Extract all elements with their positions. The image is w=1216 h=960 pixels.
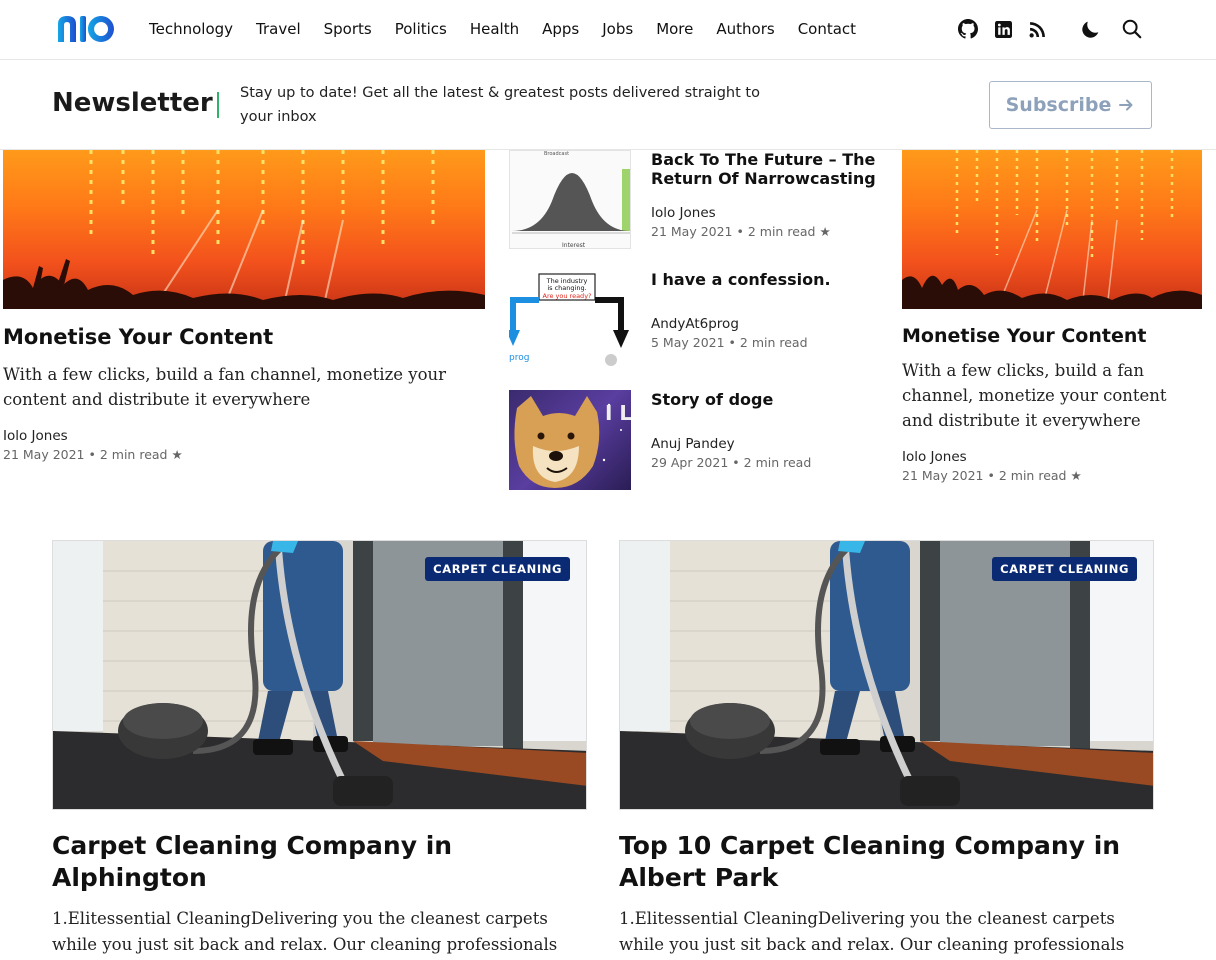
- github-icon[interactable]: [956, 17, 980, 41]
- bottom-card-1-title[interactable]: Carpet Cleaning Company in Alphington: [52, 830, 572, 894]
- bottom-card-2-title[interactable]: Top 10 Carpet Cleaning Company in Albert…: [619, 830, 1139, 894]
- read-time: 2 min read: [739, 335, 808, 350]
- mid-item-1-thumb[interactable]: Broadcast Interest: [509, 150, 631, 249]
- subscribe-label: Subscribe: [1005, 94, 1112, 116]
- search-icon[interactable]: [1120, 17, 1144, 41]
- nav-authors[interactable]: Authors: [716, 20, 774, 38]
- moon-icon[interactable]: [1079, 17, 1103, 41]
- thumb-label-broadcast: Broadcast: [544, 151, 569, 157]
- bottom-card-1-excerpt: 1.Elitessential CleaningDelivering you t…: [52, 909, 558, 954]
- nav-technology[interactable]: Technology: [149, 20, 233, 38]
- mid-item-1-meta: 21 May 2021 • 2 min read ★: [651, 224, 831, 239]
- read-time: 2 min read: [743, 455, 812, 470]
- thumb-text-2: is changing.: [547, 284, 586, 292]
- site-logo[interactable]: [56, 14, 116, 44]
- read-time: 2 min read: [747, 224, 816, 239]
- featured-right-title[interactable]: Monetise Your Content: [902, 325, 1146, 347]
- mid-item-3-author[interactable]: Anuj Pandey: [651, 436, 735, 452]
- nav-politics[interactable]: Politics: [395, 20, 447, 38]
- nav-sports[interactable]: Sports: [324, 20, 372, 38]
- featured-right-image[interactable]: [902, 150, 1202, 309]
- featured-right-excerpt: With a few clicks, build a fan channel, …: [902, 361, 1167, 430]
- bottom-card-1-badge[interactable]: CARPET CLEANING: [425, 557, 570, 581]
- mid-item-1-author[interactable]: Iolo Jones: [651, 205, 716, 221]
- bottom-card-2-badge[interactable]: CARPET CLEANING: [992, 557, 1137, 581]
- featured-right-meta: 21 May 2021 • 2 min read ★: [902, 468, 1082, 483]
- meta-separator: •: [88, 447, 96, 462]
- subscribe-button[interactable]: Subscribe: [989, 81, 1152, 129]
- nav-travel[interactable]: Travel: [256, 20, 301, 38]
- arrow-right-icon: [1119, 99, 1133, 111]
- mid-item-3-meta: 29 Apr 2021 • 2 min read: [651, 455, 811, 470]
- meta-separator: •: [728, 335, 736, 350]
- linkedin-icon[interactable]: [991, 17, 1015, 41]
- featured-right-author[interactable]: Iolo Jones: [902, 449, 967, 465]
- rss-icon[interactable]: [1025, 17, 1049, 41]
- main-nav: Technology Travel Sports Politics Health…: [149, 0, 879, 58]
- thumb-text-3: Are you ready?: [543, 292, 592, 300]
- post-date: 29 Apr 2021: [651, 455, 729, 470]
- newsletter-text: Stay up to date! Get all the latest & gr…: [240, 85, 760, 125]
- nav-apps[interactable]: Apps: [542, 20, 579, 38]
- meta-separator: •: [987, 468, 995, 483]
- bottom-card-2-image[interactable]: CARPET CLEANING: [619, 540, 1154, 810]
- mid-item-2-author[interactable]: AndyAt6prog: [651, 316, 739, 332]
- thumb-label-interest: Interest: [562, 242, 586, 249]
- featured-left-meta: 21 May 2021 • 2 min read ★: [3, 447, 183, 462]
- bottom-card-2-excerpt: 1.Elitessential CleaningDelivering you t…: [619, 909, 1125, 954]
- newsletter-bar: Newsletter Stay up to date! Get all the …: [0, 61, 1216, 150]
- nav-health[interactable]: Health: [470, 20, 519, 38]
- post-date: 21 May 2021: [3, 447, 85, 462]
- bottom-card-1-image[interactable]: CARPET CLEANING: [52, 540, 587, 810]
- post-date: 5 May 2021: [651, 335, 725, 350]
- post-date: 21 May 2021: [902, 468, 984, 483]
- newsletter-title: Newsletter: [52, 88, 213, 118]
- read-time: 2 min read: [998, 468, 1067, 483]
- featured-left-author[interactable]: Iolo Jones: [3, 428, 68, 444]
- site-header: Technology Travel Sports Politics Health…: [0, 0, 1216, 60]
- post-date: 21 May 2021: [651, 224, 733, 239]
- thumb-doge-text: I LIK IT: [605, 401, 631, 425]
- mid-item-3-thumb[interactable]: I LIK IT: [509, 390, 631, 490]
- read-time: 2 min read: [99, 447, 168, 462]
- featured-left-excerpt: With a few clicks, build a fan channel, …: [3, 365, 447, 409]
- star-icon: ★: [1070, 468, 1082, 483]
- nav-more[interactable]: More: [656, 20, 693, 38]
- featured-left-title[interactable]: Monetise Your Content: [3, 325, 273, 349]
- star-icon: ★: [819, 224, 831, 239]
- mid-item-1-title[interactable]: Back To The Future – The Return Of Narro…: [651, 150, 891, 188]
- meta-separator: •: [736, 224, 744, 239]
- mid-item-2-meta: 5 May 2021 • 2 min read: [651, 335, 808, 350]
- mid-item-2-thumb[interactable]: The industry is changing. Are you ready?…: [509, 270, 631, 369]
- mid-item-3-title[interactable]: Story of doge: [651, 390, 891, 409]
- featured-left-image[interactable]: [3, 150, 485, 309]
- meta-separator: •: [732, 455, 740, 470]
- mid-item-2-title[interactable]: I have a confession.: [651, 270, 891, 289]
- nav-contact[interactable]: Contact: [798, 20, 856, 38]
- star-icon: ★: [171, 447, 183, 462]
- thumb-text-4: prog: [509, 353, 529, 363]
- newsletter-divider: [217, 92, 219, 118]
- nav-jobs[interactable]: Jobs: [602, 20, 633, 38]
